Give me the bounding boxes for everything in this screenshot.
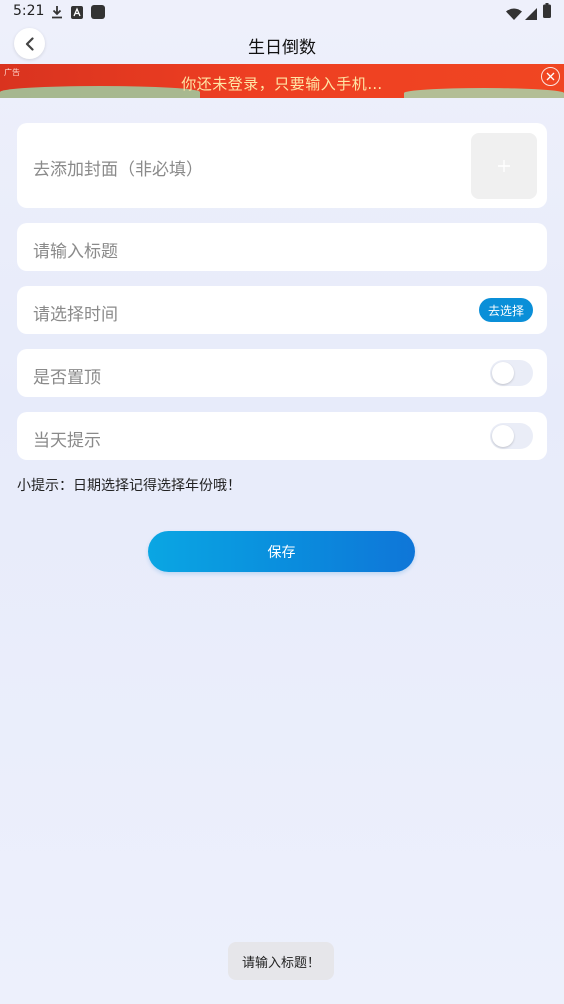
battery-icon	[543, 3, 551, 22]
ad-banner[interactable]: 广告 你还未登录，只要输入手机…	[0, 64, 564, 98]
select-time-button[interactable]: 去选择	[479, 298, 533, 322]
signal-icon	[525, 5, 537, 24]
status-bar: 5:21	[0, 0, 564, 24]
remind-toggle[interactable]	[490, 423, 533, 449]
cover-label: 去添加封面（非必填）	[33, 160, 203, 180]
add-cover-button[interactable]	[471, 133, 537, 199]
pin-toggle[interactable]	[490, 360, 533, 386]
title-input[interactable]: 请输入标题	[17, 223, 547, 271]
a-icon	[71, 4, 83, 23]
toggle-knob	[492, 425, 514, 447]
plus-icon	[498, 160, 510, 172]
header: 生日倒数	[0, 24, 564, 64]
remind-label: 当天提示	[33, 431, 101, 451]
time-row[interactable]: 请选择时间 去选择	[17, 286, 547, 334]
download-icon	[51, 4, 63, 23]
ad-close-button[interactable]	[541, 67, 560, 86]
title-placeholder: 请输入标题	[33, 242, 118, 262]
status-time: 5:21	[13, 3, 45, 19]
pin-row: 是否置顶	[17, 349, 547, 397]
cover-card[interactable]: 去添加封面（非必填）	[17, 123, 547, 208]
toast-message: 请输入标题！	[228, 942, 334, 980]
save-button[interactable]: 保存	[148, 531, 415, 572]
tip-text: 小提示：日期选择记得选择年份哦！	[17, 478, 241, 494]
square-icon	[91, 4, 105, 23]
wifi-icon	[506, 5, 522, 24]
ad-text: 你还未登录，只要输入手机…	[181, 75, 383, 93]
pin-label: 是否置顶	[33, 368, 101, 388]
time-label: 请选择时间	[33, 305, 118, 325]
remind-row: 当天提示	[17, 412, 547, 460]
page-title: 生日倒数	[248, 38, 316, 58]
toggle-knob	[492, 362, 514, 384]
close-icon	[546, 72, 555, 81]
